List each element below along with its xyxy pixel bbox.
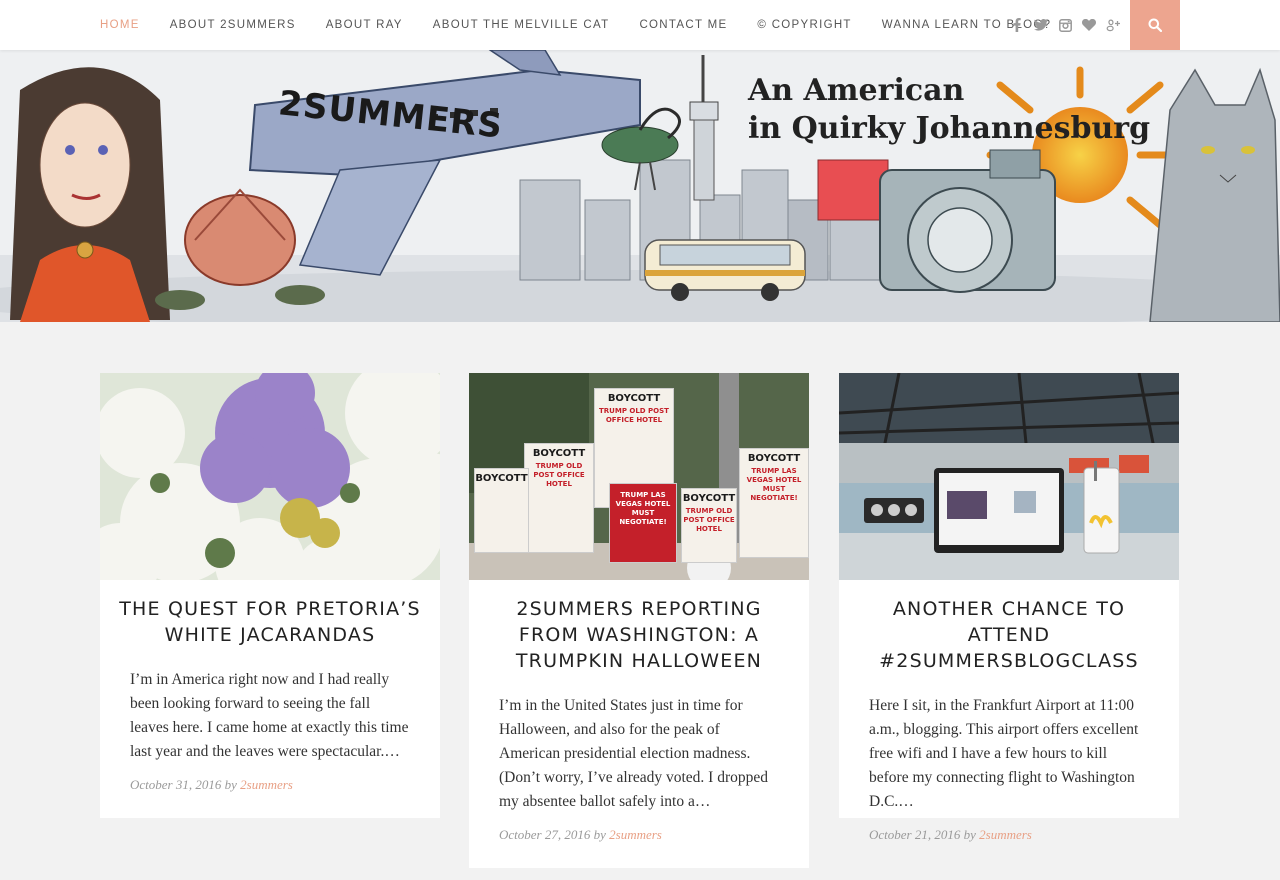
site-tagline: An American in Quirky Johannesburg (748, 72, 1150, 148)
main-menu: HOME ABOUT 2SUMMERS ABOUT RAY ABOUT THE … (100, 0, 1081, 50)
post-excerpt: Here I sit, in the Frankfurt Airport at … (869, 697, 1139, 810)
site-header-banner[interactable]: 2SUMMERS An American in Quirky Johannesb… (0, 50, 1280, 322)
sign-subtext: TRUMP OLD POST OFFICE HOTEL (599, 407, 669, 424)
search-icon (1148, 18, 1162, 32)
post-card: THE QUEST FOR PRETORIA’S WHITE JACARANDA… (100, 373, 440, 818)
top-navigation-bar: HOME ABOUT 2SUMMERS ABOUT RAY ABOUT THE … (0, 0, 1280, 50)
sign-subtext: TRUMP OLD POST OFFICE HOTEL (683, 507, 735, 533)
post-date: October 31, 2016 (130, 777, 222, 792)
post-card: ANOTHER CHANCE TO ATTEND #2SUMMERSBLOGCL… (839, 373, 1179, 842)
twitter-icon[interactable] (1029, 0, 1053, 50)
post-by-label: by (593, 827, 606, 842)
post-excerpt: I’m in the United States just in time fo… (499, 697, 769, 810)
post-card: BOYCOTT TRUMP OLD POST OFFICE HOTEL BOYC… (469, 373, 809, 868)
post-meta: October 27, 2016 by 2summers (469, 814, 809, 863)
nav-item-about-2summers[interactable]: ABOUT 2SUMMERS (170, 19, 296, 31)
facebook-icon[interactable] (1005, 0, 1029, 50)
nav-item-about-ray[interactable]: ABOUT RAY (326, 19, 403, 31)
post-thumbnail-boycott-protest[interactable]: BOYCOTT TRUMP OLD POST OFFICE HOTEL BOYC… (469, 373, 809, 580)
post-title[interactable]: 2SUMMERS REPORTING FROM WASHINGTON: A TR… (469, 580, 809, 674)
sign-boycott-text: BOYCOTT (532, 448, 586, 459)
sign-subtext: TRUMP LAS VEGAS HOTEL MUST NEGOTIATE! (746, 467, 802, 502)
social-links (1005, 0, 1125, 50)
sign-boycott-text: BOYCOTT (607, 393, 661, 404)
protest-sign: TRUMP LAS VEGAS HOTEL MUST NEGOTIATE! (609, 483, 677, 563)
post-title[interactable]: THE QUEST FOR PRETORIA’S WHITE JACARANDA… (100, 580, 440, 648)
instagram-icon[interactable] (1053, 0, 1077, 50)
protest-sign: BOYCOTT (474, 468, 529, 553)
sign-boycott-text: BOYCOTT (747, 453, 801, 464)
post-author-link[interactable]: 2summers (609, 827, 662, 842)
post-author-link[interactable]: 2summers (979, 827, 1032, 842)
sign-boycott-text: BOYCOTT (682, 493, 736, 504)
google-plus-icon[interactable] (1101, 0, 1125, 50)
post-author-link[interactable]: 2summers (240, 777, 293, 792)
post-thumbnail-laptop-airport[interactable] (839, 373, 1179, 580)
protest-sign: BOYCOTT TRUMP OLD POST OFFICE HOTEL (681, 488, 737, 563)
post-by-label: by (963, 827, 976, 842)
site-tagline-line1: An American (748, 73, 965, 108)
post-excerpt: I’m in America right now and I had reall… (130, 671, 409, 760)
post-by-label: by (224, 777, 237, 792)
protest-sign: BOYCOTT TRUMP OLD POST OFFICE HOTEL (524, 443, 594, 553)
nav-item-home[interactable]: HOME (100, 19, 140, 31)
post-thumbnail-jacaranda[interactable] (100, 373, 440, 580)
post-date: October 27, 2016 (499, 827, 591, 842)
site-tagline-line2: in Quirky Johannesburg (748, 111, 1151, 146)
post-meta: October 21, 2016 by 2summers (839, 814, 1179, 863)
bloglovin-heart-icon[interactable] (1077, 0, 1101, 50)
search-button[interactable] (1130, 0, 1180, 50)
protest-sign: BOYCOTT TRUMP LAS VEGAS HOTEL MUST NEGOT… (739, 448, 809, 558)
post-meta: October 31, 2016 by 2summers (100, 764, 440, 813)
sign-boycott-text: BOYCOTT (475, 473, 528, 484)
sign-subtext: TRUMP OLD POST OFFICE HOTEL (533, 462, 585, 488)
post-title[interactable]: ANOTHER CHANCE TO ATTEND #2SUMMERSBLOGCL… (839, 580, 1179, 674)
post-date: October 21, 2016 (869, 827, 961, 842)
nav-item-copyright[interactable]: © COPYRIGHT (757, 19, 851, 31)
sign-subtext: TRUMP LAS VEGAS HOTEL MUST NEGOTIATE! (615, 491, 671, 526)
nav-item-about-melville-cat[interactable]: ABOUT THE MELVILLE CAT (433, 19, 610, 31)
nav-item-contact-me[interactable]: CONTACT ME (639, 19, 727, 31)
